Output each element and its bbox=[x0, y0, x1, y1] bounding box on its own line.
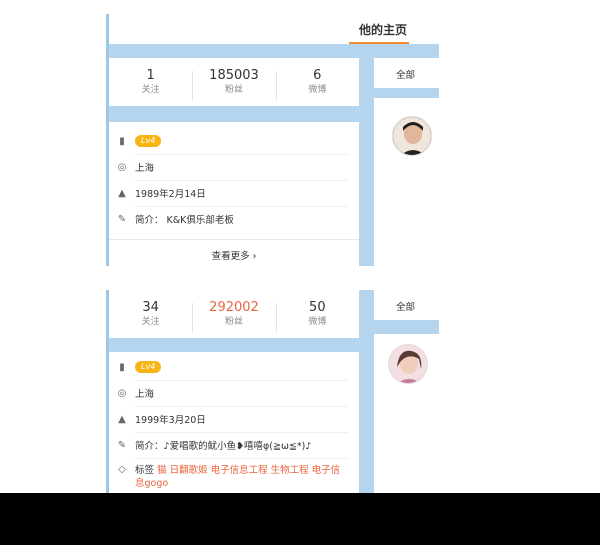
stat-fans-label: 粉丝 bbox=[224, 85, 243, 95]
stats-bar: 34 关注 292002 粉丝 50 微博 bbox=[109, 290, 359, 338]
level-row: ▮ Lv4 bbox=[109, 354, 359, 380]
avatar[interactable] bbox=[388, 344, 428, 384]
stat-weibo-label: 微博 bbox=[308, 85, 327, 95]
stat-fans-count: 185003 bbox=[209, 68, 259, 83]
location-text: 上海 bbox=[135, 389, 155, 400]
bio-text: 简介： K&K俱乐部老板 bbox=[135, 215, 234, 226]
stat-weibo[interactable]: 6 微博 bbox=[275, 67, 359, 101]
stat-following-label: 关注 bbox=[141, 85, 160, 95]
birthday-text: 1999年3月20日 bbox=[135, 415, 206, 426]
avatar-photo bbox=[393, 117, 431, 155]
location-icon: ◎ bbox=[117, 161, 127, 173]
stat-following-count: 1 bbox=[146, 68, 155, 83]
stat-weibo-label: 微博 bbox=[308, 317, 327, 327]
edit-icon: ✎ bbox=[117, 439, 127, 451]
screenshot-stage: 他的主页 1 关注 185003 粉丝 6 微博 ▮ Lv4 ◎ 上海 ▲ 19… bbox=[0, 0, 600, 545]
location-icon: ◎ bbox=[117, 387, 127, 399]
level-row: ▮ Lv4 bbox=[109, 128, 359, 154]
tab-his-homepage[interactable]: 他的主页 bbox=[353, 21, 413, 38]
bio-row: ✎ 简介：♪爱唱歌的鱿小鱼❥嘻嘻φ(≧ω≦*)♪ bbox=[109, 432, 359, 458]
stat-fans[interactable]: 185003 粉丝 bbox=[192, 67, 275, 101]
stat-weibo-count: 50 bbox=[309, 300, 326, 315]
bookmark-icon: ▮ bbox=[119, 361, 125, 373]
avatar[interactable] bbox=[392, 116, 432, 156]
tab-active-indicator bbox=[349, 42, 409, 44]
avatar-photo bbox=[389, 345, 427, 383]
stat-following[interactable]: 1 关注 bbox=[109, 67, 192, 97]
bookmark-icon: ▮ bbox=[119, 135, 125, 147]
filter-all[interactable]: 全部 bbox=[396, 299, 415, 313]
birthday-row: ▲ 1999年3月20日 bbox=[109, 406, 359, 432]
birthday-text: 1989年2月14日 bbox=[135, 189, 206, 200]
location-text: 上海 bbox=[135, 163, 155, 174]
profile-card-2: 34 关注 292002 粉丝 50 微博 ▮ Lv4 ◎ 上海 ▲ 1999年… bbox=[106, 290, 439, 494]
level-badge[interactable]: Lv4 bbox=[135, 361, 162, 373]
tag-icon: ◇ bbox=[118, 464, 126, 475]
feed-area bbox=[374, 98, 439, 266]
profile-info-box: ▮ Lv4 ◎ 上海 ▲ 1999年3月20日 ✎ 简介：♪爱唱歌的鱿小鱼❥嘻嘻… bbox=[109, 352, 359, 494]
stat-fans-label: 粉丝 bbox=[224, 317, 243, 327]
location-row: ◎ 上海 bbox=[109, 380, 359, 406]
birthday-row: ▲ 1989年2月14日 bbox=[109, 180, 359, 206]
profile-card-1: 他的主页 1 关注 185003 粉丝 6 微博 ▮ Lv4 ◎ 上海 ▲ 19… bbox=[106, 14, 439, 266]
edit-icon: ✎ bbox=[117, 213, 127, 225]
stats-bar: 1 关注 185003 粉丝 6 微博 bbox=[109, 58, 359, 106]
stat-following[interactable]: 34 关注 bbox=[109, 299, 192, 329]
bio-text: 简介：♪爱唱歌的鱿小鱼❥嘻嘻φ(≧ω≦*)♪ bbox=[135, 441, 312, 452]
tags-line: 标签 猫 日翻歌姬 电子信息工程 生物工程 电子信息gogo bbox=[135, 464, 345, 490]
tags-row: ◇ 标签 猫 日翻歌姬 电子信息工程 生物工程 电子信息gogo bbox=[109, 458, 359, 490]
see-more-link[interactable]: 查看更多 › bbox=[109, 248, 359, 262]
bio-row: ✎ 简介： K&K俱乐部老板 bbox=[109, 206, 359, 232]
stat-weibo-count: 6 bbox=[313, 68, 322, 83]
stat-weibo[interactable]: 50 微博 bbox=[275, 299, 359, 333]
stat-following-label: 关注 bbox=[141, 317, 160, 327]
cake-icon: ▲ bbox=[118, 413, 126, 425]
divider bbox=[109, 239, 359, 240]
feed-filter-bar: 全部 bbox=[374, 58, 439, 88]
filter-all[interactable]: 全部 bbox=[396, 67, 415, 81]
cake-icon: ▲ bbox=[118, 187, 126, 199]
stat-following-count: 34 bbox=[142, 300, 159, 315]
tags-list[interactable]: 猫 日翻歌姬 电子信息工程 生物工程 电子信息gogo bbox=[135, 465, 340, 489]
level-badge[interactable]: Lv4 bbox=[135, 135, 162, 147]
stat-fans[interactable]: 292002 粉丝 bbox=[192, 299, 275, 333]
profile-info-box: ▮ Lv4 ◎ 上海 ▲ 1989年2月14日 ✎ 简介： K&K俱乐部老板 查… bbox=[109, 122, 359, 266]
tags-label: 标签 bbox=[135, 465, 155, 476]
stat-fans-count: 292002 bbox=[209, 300, 259, 315]
feed-filter-bar: 全部 bbox=[374, 290, 439, 320]
feed-area bbox=[374, 334, 439, 494]
profile-tabbar: 他的主页 bbox=[109, 14, 439, 44]
location-row: ◎ 上海 bbox=[109, 154, 359, 180]
bottom-black-bar bbox=[0, 493, 600, 545]
